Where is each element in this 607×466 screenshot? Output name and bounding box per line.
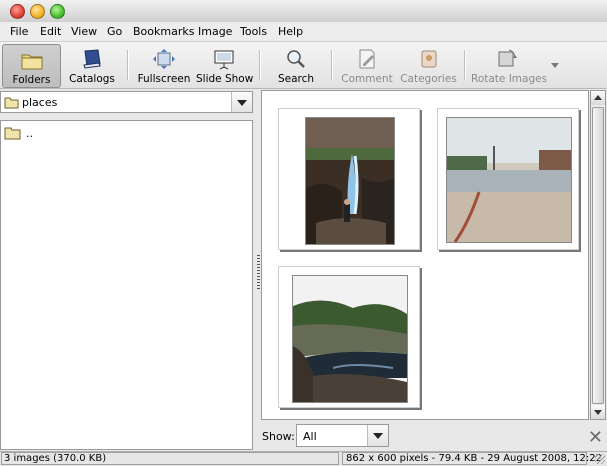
menu-edit[interactable]: Edit: [40, 25, 61, 38]
menu-bookmarks[interactable]: Bookmarks: [133, 25, 194, 38]
tree-item-label: ..: [26, 127, 33, 140]
toolbar-separator: [331, 50, 333, 80]
zoom-window-button[interactable]: [50, 4, 65, 19]
fullscreen-label: Fullscreen: [137, 73, 191, 85]
arrow-up-icon: [594, 95, 602, 100]
filter-bar: Show: All ✕: [261, 423, 607, 450]
waterfall-photo: [305, 117, 395, 245]
toolbar-separator: [127, 50, 129, 80]
menu-help[interactable]: Help: [278, 25, 303, 38]
minimize-window-button[interactable]: [30, 4, 45, 19]
title-bar: [0, 0, 607, 23]
folder-icon: [4, 97, 19, 109]
pane-resize-handle[interactable]: [257, 255, 260, 291]
catalog-book-icon: [83, 49, 101, 69]
show-filter-dropdown-button[interactable]: [367, 425, 388, 446]
slideshow-button[interactable]: Slide Show: [196, 44, 254, 86]
show-filter-value: All: [303, 430, 317, 443]
scrollbar-thumb[interactable]: [592, 107, 604, 404]
close-filter-icon[interactable]: ✕: [588, 427, 603, 448]
thumbnail-flooded-road[interactable]: [437, 108, 579, 250]
rotate-icon: [498, 49, 517, 67]
location-value: places: [22, 96, 58, 109]
slideshow-icon: [214, 50, 234, 70]
menu-file[interactable]: File: [10, 25, 28, 38]
categories-icon: [421, 50, 436, 68]
location-combo[interactable]: places: [0, 91, 253, 113]
toolbar-separator: [259, 50, 261, 80]
fullscreen-button[interactable]: Fullscreen: [136, 44, 192, 86]
location-dropdown-button[interactable]: [231, 92, 252, 112]
folder-tree: ..: [0, 120, 253, 450]
rotate-images-button[interactable]: Rotate Images: [471, 44, 548, 86]
categories-button[interactable]: Categories: [400, 44, 457, 86]
show-filter-select[interactable]: All: [296, 424, 389, 447]
thumbnail-scrollbar[interactable]: [590, 90, 606, 420]
toolbar-separator: [464, 50, 466, 80]
menu-tools[interactable]: Tools: [240, 25, 267, 38]
close-window-button[interactable]: [10, 4, 25, 19]
status-bar: 3 images (370.0 KB) 862 x 600 pixels - 7…: [0, 451, 607, 466]
chevron-down-icon: [237, 100, 247, 106]
menu-image[interactable]: Image: [198, 25, 232, 38]
folders-label: Folders: [12, 74, 51, 86]
fullscreen-icon: [153, 49, 175, 69]
menu-view[interactable]: View: [71, 25, 97, 38]
folders-button[interactable]: Folders: [2, 44, 61, 88]
thumbnail-grid: [261, 90, 589, 420]
menu-go[interactable]: Go: [107, 25, 122, 38]
search-icon: [287, 50, 305, 68]
show-label: Show:: [262, 430, 295, 443]
comment-button[interactable]: Comment: [339, 44, 395, 86]
categories-label: Categories: [400, 73, 457, 85]
comment-label: Comment: [341, 73, 393, 85]
thumbnail-quarry-lake[interactable]: [278, 266, 420, 408]
folder-pane: places ..: [0, 89, 255, 451]
thumbnail-waterfall[interactable]: [278, 108, 420, 250]
search-label: Search: [277, 73, 315, 85]
search-button[interactable]: Search: [269, 44, 323, 86]
quarry-lake-photo: [292, 275, 408, 403]
tree-item-parent[interactable]: ..: [4, 126, 33, 142]
toolbar-overflow-icon[interactable]: [550, 62, 560, 70]
folder-icon: [4, 127, 21, 140]
menu-bar: File Edit View Go Bookmarks Image Tools …: [0, 22, 607, 42]
rotate-label: Rotate Images: [471, 73, 548, 85]
flooded-road-photo: [446, 117, 572, 243]
arrow-down-icon: [594, 410, 602, 415]
toolbar: Folders Catalogs Fullscreen Slide Show S…: [0, 42, 607, 89]
status-image-info: 862 x 600 pixels - 79.4 KB - 29 August 2…: [342, 452, 602, 465]
comment-icon: [359, 49, 375, 69]
slideshow-label: Slide Show: [196, 73, 254, 85]
folder-icon: [21, 54, 42, 70]
scroll-up-button[interactable]: [591, 91, 605, 105]
chevron-down-icon: [373, 433, 383, 439]
catalogs-label: Catalogs: [69, 73, 115, 85]
status-image-count: 3 images (370.0 KB): [1, 452, 339, 465]
resize-grip[interactable]: [595, 454, 605, 464]
catalogs-button[interactable]: Catalogs: [64, 44, 120, 86]
scroll-down-button[interactable]: [591, 405, 605, 419]
